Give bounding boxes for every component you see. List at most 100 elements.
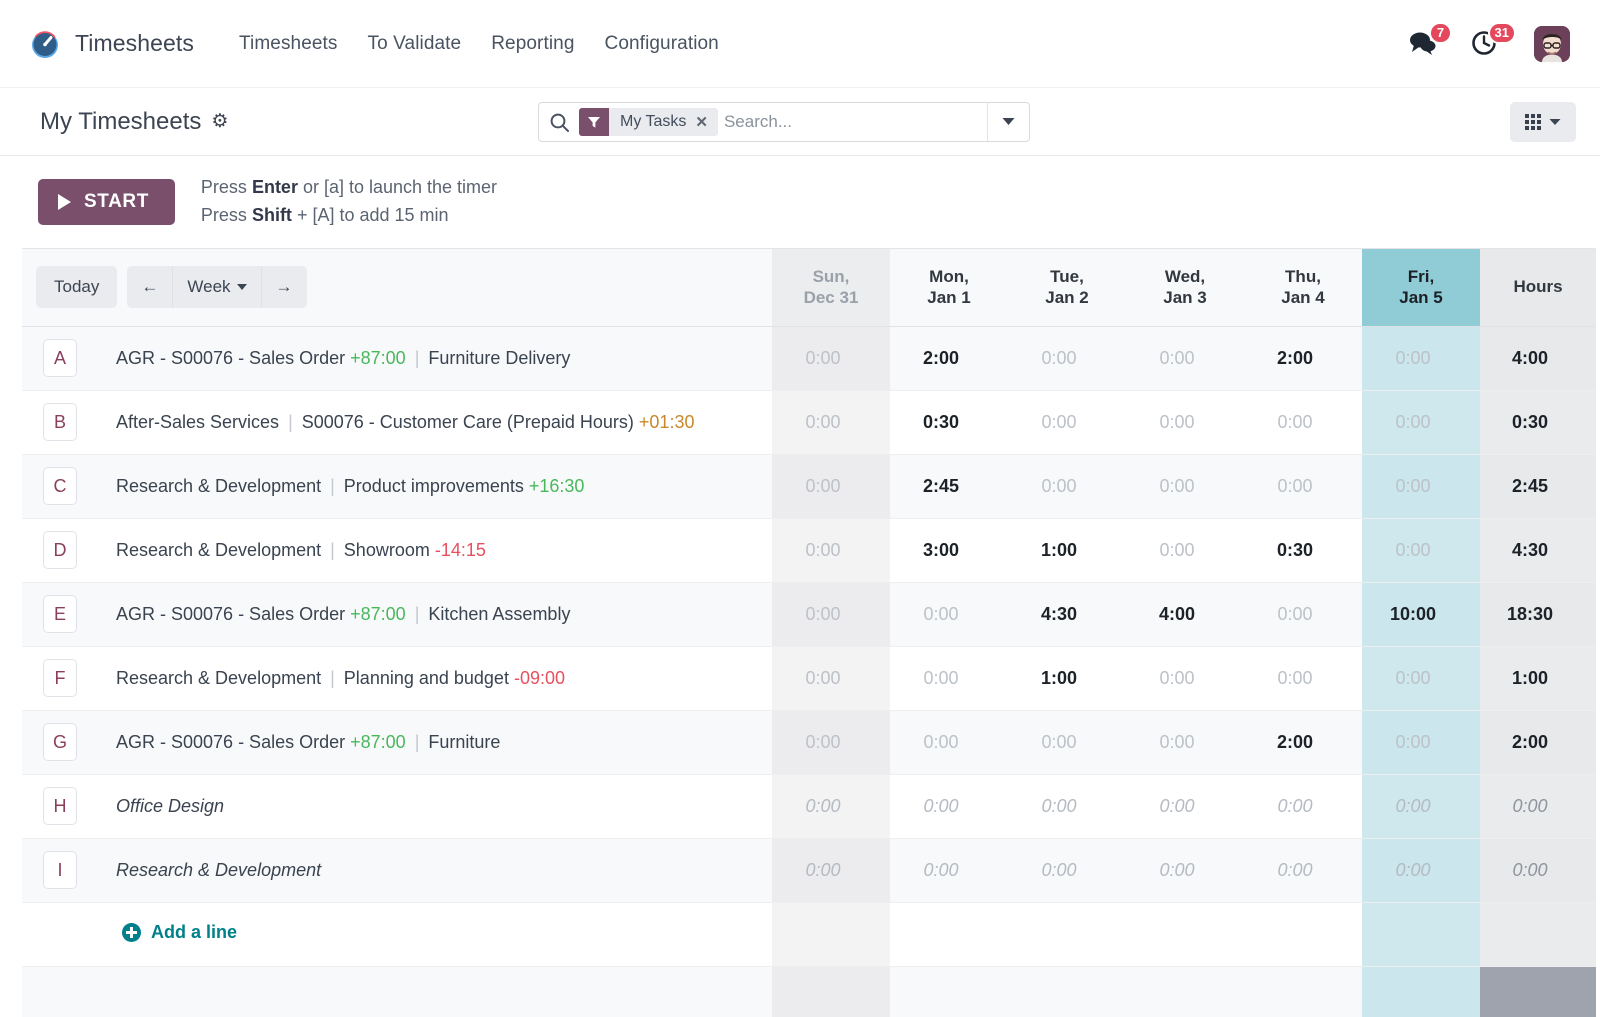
- row-project[interactable]: Research & Development: [116, 668, 321, 688]
- table-row[interactable]: G AGR - S00076 - Sales Order +87:00 | Furni…: [22, 710, 1596, 775]
- timesheet-cell-3-2[interactable]: 1:00: [1008, 518, 1126, 583]
- timesheet-cell-3-3[interactable]: 0:00: [1126, 518, 1244, 583]
- timesheet-cell-6-5[interactable]: 0:00: [1362, 710, 1480, 775]
- row-task[interactable]: Showroom: [344, 540, 430, 560]
- row-task[interactable]: Furniture: [428, 732, 500, 752]
- timesheet-cell-1-5[interactable]: 0:00: [1362, 390, 1480, 455]
- add-a-line-button[interactable]: Add a line: [22, 922, 237, 943]
- timesheet-cell-3-1[interactable]: 3:00: [890, 518, 1008, 583]
- timesheet-cell-8-5[interactable]: 0:00: [1362, 838, 1480, 903]
- timesheet-cell-0-5[interactable]: 0:00: [1362, 326, 1480, 391]
- timesheet-cell-3-5[interactable]: 0:00: [1362, 518, 1480, 583]
- timesheet-cell-0-0[interactable]: 0:00: [772, 326, 890, 391]
- brand-home-link[interactable]: Timesheets: [28, 27, 194, 61]
- search-input[interactable]: [723, 112, 987, 132]
- timesheet-cell-5-0[interactable]: 0:00: [772, 646, 890, 711]
- row-project[interactable]: Research & Development: [116, 476, 321, 496]
- timesheet-cell-7-2[interactable]: 0:00: [1008, 774, 1126, 839]
- row-task[interactable]: Product improvements: [344, 476, 524, 496]
- row-project[interactable]: AGR - S00076 - Sales Order: [116, 732, 345, 752]
- timesheet-cell-3-0[interactable]: 0:00: [772, 518, 890, 583]
- table-row[interactable]: H Office Design 0:00 0:00 0:00 0:00 0:00 0:00 0:…: [22, 774, 1596, 839]
- timesheet-cell-0-2[interactable]: 0:00: [1008, 326, 1126, 391]
- row-description-cell[interactable]: Research & Development | Product improveme…: [98, 454, 772, 519]
- table-row[interactable]: A AGR - S00076 - Sales Order +87:00 | Furni…: [22, 326, 1596, 391]
- row-task[interactable]: Furniture Delivery: [428, 348, 570, 368]
- row-project[interactable]: After-Sales Services: [116, 412, 279, 432]
- row-project[interactable]: AGR - S00076 - Sales Order: [116, 348, 345, 368]
- timesheet-cell-5-4[interactable]: 0:00: [1244, 646, 1362, 711]
- timesheet-cell-7-3[interactable]: 0:00: [1126, 774, 1244, 839]
- timesheet-cell-8-1[interactable]: 0:00: [890, 838, 1008, 903]
- row-project[interactable]: Research & Development: [116, 860, 321, 880]
- row-description-cell[interactable]: AGR - S00076 - Sales Order +87:00 | Kitche…: [98, 582, 772, 647]
- row-description-cell[interactable]: AGR - S00076 - Sales Order +87:00 | Furnit…: [98, 326, 772, 391]
- timesheet-cell-4-5[interactable]: 10:00: [1362, 582, 1480, 647]
- timesheet-cell-1-2[interactable]: 0:00: [1008, 390, 1126, 455]
- search-dropdown-toggle[interactable]: [987, 103, 1029, 141]
- timesheet-cell-2-2[interactable]: 0:00: [1008, 454, 1126, 519]
- view-switcher-button[interactable]: [1510, 102, 1576, 142]
- table-row[interactable]: F Research & Development | Planning and bud…: [22, 646, 1596, 711]
- table-row[interactable]: C Research & Development | Product improvem…: [22, 454, 1596, 519]
- next-period-button[interactable]: →: [261, 266, 307, 309]
- timesheet-cell-8-4[interactable]: 0:00: [1244, 838, 1362, 903]
- timesheet-cell-1-1[interactable]: 0:30: [890, 390, 1008, 455]
- timesheet-cell-2-5[interactable]: 0:00: [1362, 454, 1480, 519]
- nav-item-reporting[interactable]: Reporting: [476, 25, 589, 63]
- row-description-cell[interactable]: Research & Development | Showroom -14:15: [98, 518, 772, 583]
- timesheet-cell-5-1[interactable]: 0:00: [890, 646, 1008, 711]
- search-facet-my-tasks[interactable]: My Tasks ✕: [579, 108, 718, 136]
- timesheet-cell-6-1[interactable]: 0:00: [890, 710, 1008, 775]
- add-line-cell[interactable]: Add a line: [22, 902, 772, 967]
- timesheet-cell-6-0[interactable]: 0:00: [772, 710, 890, 775]
- timesheet-cell-1-0[interactable]: 0:00: [772, 390, 890, 455]
- timesheet-cell-7-0[interactable]: 0:00: [772, 774, 890, 839]
- timesheet-cell-5-2[interactable]: 1:00: [1008, 646, 1126, 711]
- timesheet-cell-8-0[interactable]: 0:00: [772, 838, 890, 903]
- row-project[interactable]: Research & Development: [116, 540, 321, 560]
- timesheet-cell-0-4[interactable]: 2:00: [1244, 326, 1362, 391]
- close-x-icon[interactable]: ✕: [695, 113, 718, 131]
- timesheet-cell-7-4[interactable]: 0:00: [1244, 774, 1362, 839]
- timesheet-cell-5-5[interactable]: 0:00: [1362, 646, 1480, 711]
- timesheet-cell-0-1[interactable]: 2:00: [890, 326, 1008, 391]
- timesheet-cell-8-3[interactable]: 0:00: [1126, 838, 1244, 903]
- nav-item-configuration[interactable]: Configuration: [590, 25, 734, 63]
- timesheet-cell-7-5[interactable]: 0:00: [1362, 774, 1480, 839]
- row-task[interactable]: Kitchen Assembly: [428, 604, 570, 624]
- row-task[interactable]: Planning and budget: [344, 668, 509, 688]
- avatar[interactable]: [1534, 25, 1570, 62]
- timesheet-cell-6-2[interactable]: 0:00: [1008, 710, 1126, 775]
- timesheet-cell-6-3[interactable]: 0:00: [1126, 710, 1244, 775]
- timesheet-cell-4-4[interactable]: 0:00: [1244, 582, 1362, 647]
- today-button[interactable]: Today: [36, 266, 118, 309]
- table-row[interactable]: B After-Sales Services | S00076 - Customer …: [22, 390, 1596, 455]
- row-task[interactable]: S00076 - Customer Care (Prepaid Hours): [302, 412, 634, 432]
- row-description-cell[interactable]: Research & Development: [98, 838, 772, 903]
- gear-icon[interactable]: ⚙: [211, 112, 228, 131]
- row-project[interactable]: AGR - S00076 - Sales Order: [116, 604, 345, 624]
- timesheet-cell-6-4[interactable]: 2:00: [1244, 710, 1362, 775]
- start-timer-button[interactable]: START: [38, 178, 175, 225]
- timesheet-cell-0-3[interactable]: 0:00: [1126, 326, 1244, 391]
- timesheet-cell-2-3[interactable]: 0:00: [1126, 454, 1244, 519]
- row-description-cell[interactable]: Research & Development | Planning and budg…: [98, 646, 772, 711]
- add-line-row[interactable]: Add a line: [22, 902, 1596, 967]
- timesheet-cell-2-4[interactable]: 0:00: [1244, 454, 1362, 519]
- row-project[interactable]: Office Design: [116, 796, 224, 816]
- timesheet-cell-1-4[interactable]: 0:00: [1244, 390, 1362, 455]
- row-description-cell[interactable]: After-Sales Services | S00076 - Customer C…: [98, 390, 772, 455]
- timesheet-cell-1-3[interactable]: 0:00: [1126, 390, 1244, 455]
- table-row[interactable]: E AGR - S00076 - Sales Order +87:00 | Kitch…: [22, 582, 1596, 647]
- timesheet-cell-4-1[interactable]: 0:00: [890, 582, 1008, 647]
- period-scale-dropdown[interactable]: Week: [173, 266, 262, 309]
- nav-item-to-validate[interactable]: To Validate: [353, 25, 477, 63]
- timesheet-cell-2-0[interactable]: 0:00: [772, 454, 890, 519]
- previous-period-button[interactable]: ←: [127, 266, 174, 309]
- activities-button[interactable]: 31: [1470, 21, 1516, 61]
- table-row[interactable]: D Research & Development | Showroom -14:15 0…: [22, 518, 1596, 583]
- nav-item-timesheets[interactable]: Timesheets: [224, 25, 353, 63]
- timesheet-cell-4-2[interactable]: 4:30: [1008, 582, 1126, 647]
- row-description-cell[interactable]: AGR - S00076 - Sales Order +87:00 | Furnit…: [98, 710, 772, 775]
